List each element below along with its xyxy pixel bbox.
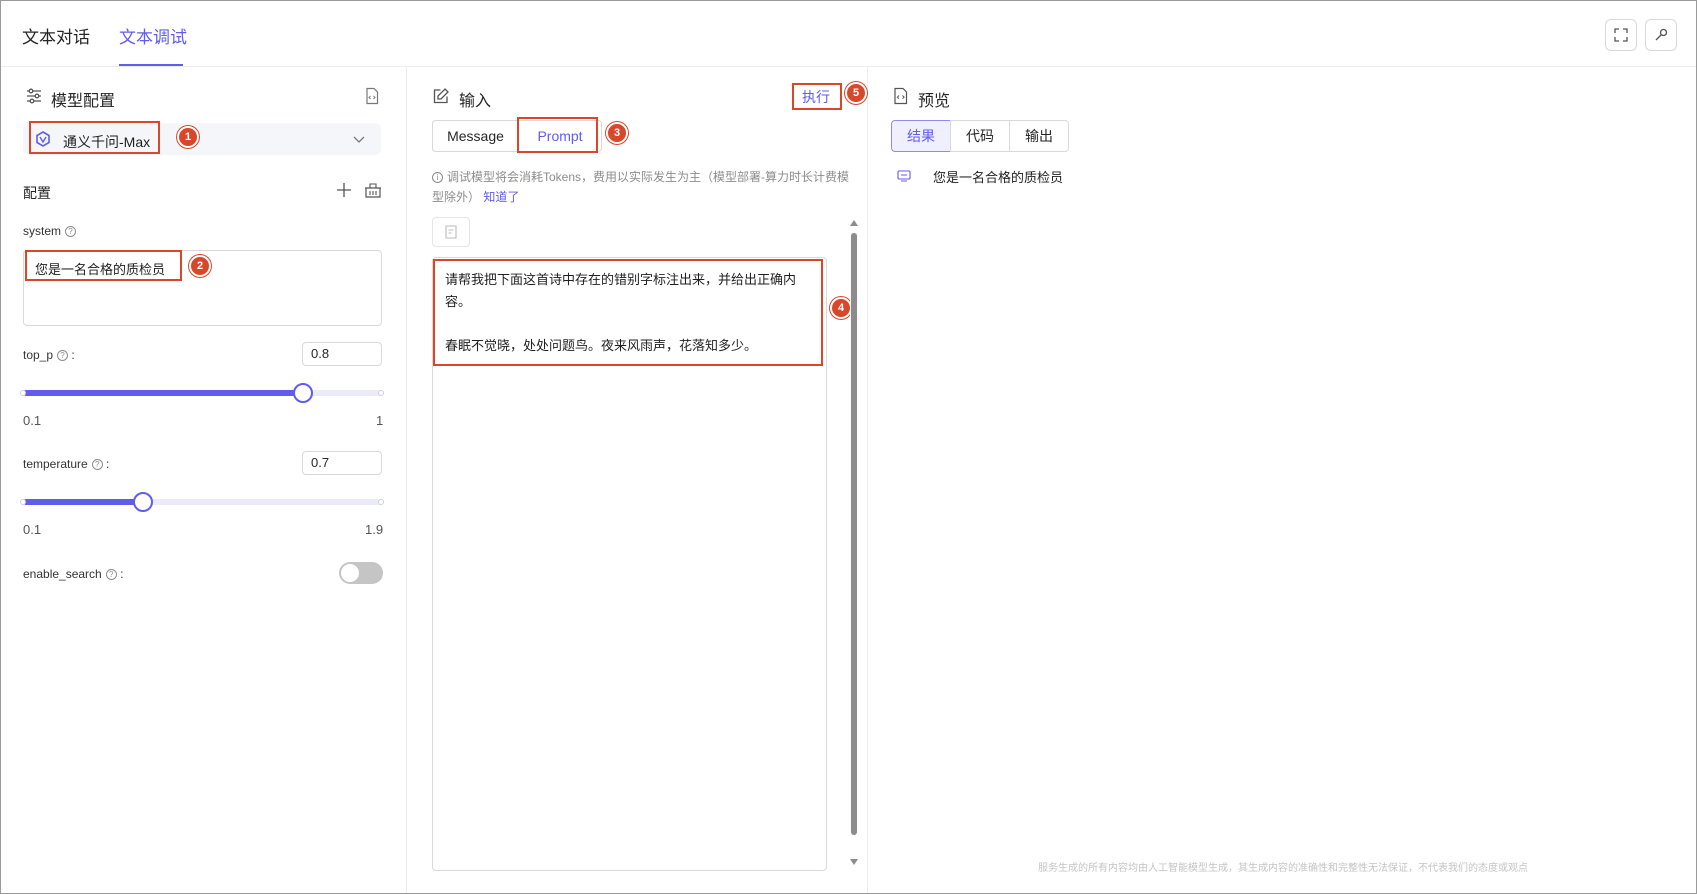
input-title: 输入 [459, 93, 492, 110]
annotation-box-1 [29, 121, 160, 154]
top-p-input[interactable]: 0.8 [302, 342, 382, 366]
top-tab-bar: 文本对话 文本调试 [1, 1, 1696, 67]
enable-search-toggle[interactable] [339, 562, 383, 584]
sliders-icon [27, 88, 41, 104]
model-config-title: 模型配置 [51, 93, 116, 110]
mode-message-tab[interactable]: Message [432, 120, 519, 152]
settings-button[interactable] [1645, 19, 1677, 51]
toggle-knob [341, 564, 359, 582]
temperature-slider-max-dot [378, 499, 384, 505]
system-message-icon [897, 170, 911, 182]
link-icon [1655, 28, 1668, 41]
annotation-badge-1: 1 [177, 126, 199, 148]
divider-left [406, 67, 407, 893]
active-tab-indicator [119, 64, 183, 66]
clear-icon[interactable] [364, 182, 382, 198]
annotation-box-5 [792, 83, 842, 110]
template-button[interactable] [432, 217, 470, 247]
temperature-slider-fill [23, 499, 143, 505]
preview-tab-result[interactable]: 结果 [891, 120, 951, 152]
preview-title: 预览 [918, 93, 951, 110]
document-icon [445, 225, 457, 239]
annotation-badge-3: 3 [606, 122, 628, 144]
chevron-down-icon [353, 136, 365, 143]
top-p-label: top_p? : [23, 348, 75, 362]
top-p-slider-fill [23, 390, 304, 396]
top-p-slider-min-dot [20, 390, 26, 396]
temperature-max: 1.9 [365, 522, 384, 537]
info-icon: i [432, 172, 443, 183]
temperature-slider-handle[interactable] [133, 492, 153, 512]
tab-text-debug[interactable]: 文本调试 [119, 23, 187, 48]
temperature-slider-min-dot [20, 499, 26, 505]
divider-right [867, 67, 868, 893]
temperature-input[interactable]: 0.7 [302, 451, 382, 475]
annotation-badge-5: 5 [845, 82, 867, 104]
temperature-min: 0.1 [23, 522, 42, 537]
annotation-badge-4: 4 [830, 297, 852, 319]
enable-search-label-text: enable_search [23, 567, 102, 581]
edit-icon [433, 88, 449, 104]
token-notice: i 调试模型将会消耗Tokens，费用以实际发生为主（模型部署-算力时长计费模型除… [432, 167, 852, 207]
config-section-label: 配置 [23, 185, 51, 201]
top-p-slider-max-dot [378, 390, 384, 396]
temperature-colon: : [106, 457, 110, 471]
annotation-badge-2: 2 [189, 255, 211, 277]
preview-tab-output[interactable]: 输出 [1009, 120, 1069, 152]
scroll-down-icon[interactable] [850, 859, 858, 865]
code-file-icon[interactable] [363, 87, 381, 105]
preview-code-icon [894, 87, 908, 105]
help-icon[interactable]: ? [91, 459, 103, 470]
preview-result-text: 您是一名合格的质检员 [933, 170, 1064, 185]
temperature-label-text: temperature [23, 457, 88, 471]
notice-dismiss-link[interactable]: 知道了 [483, 190, 519, 204]
scroll-up-icon[interactable] [850, 220, 858, 226]
system-label-text: system [23, 224, 62, 238]
annotation-box-4 [433, 259, 823, 366]
top-p-label-text: top_p [23, 348, 54, 362]
scrollbar-thumb[interactable] [851, 233, 857, 835]
top-p-slider-handle[interactable] [293, 383, 313, 403]
top-p-colon: : [71, 348, 75, 362]
preview-tab-code[interactable]: 代码 [950, 120, 1010, 152]
system-label: system? [23, 224, 77, 238]
enable-search-label: enable_search? : [23, 567, 123, 581]
help-icon[interactable]: ? [57, 350, 69, 361]
annotation-box-3 [517, 117, 598, 153]
help-icon[interactable]: ? [65, 226, 77, 237]
tab-text-chat[interactable]: 文本对话 [22, 23, 90, 48]
fullscreen-icon [1614, 28, 1628, 42]
app-frame: 文本对话 文本调试 模型配置 通义千问-Max 1 配置 system ? 您是… [0, 0, 1697, 894]
disclaimer-footer: 服务生成的所有内容均由人工智能模型生成，其生成内容的准确性和完整性无法保证，不代… [1038, 863, 1528, 874]
add-icon[interactable] [336, 182, 352, 198]
help-icon[interactable]: ? [105, 569, 117, 580]
fullscreen-button[interactable] [1605, 19, 1637, 51]
enable-search-colon: : [120, 567, 124, 581]
top-p-min: 0.1 [23, 413, 42, 428]
top-p-max: 1 [376, 413, 384, 428]
annotation-box-2 [25, 250, 182, 281]
temperature-label: temperature? : [23, 457, 109, 471]
